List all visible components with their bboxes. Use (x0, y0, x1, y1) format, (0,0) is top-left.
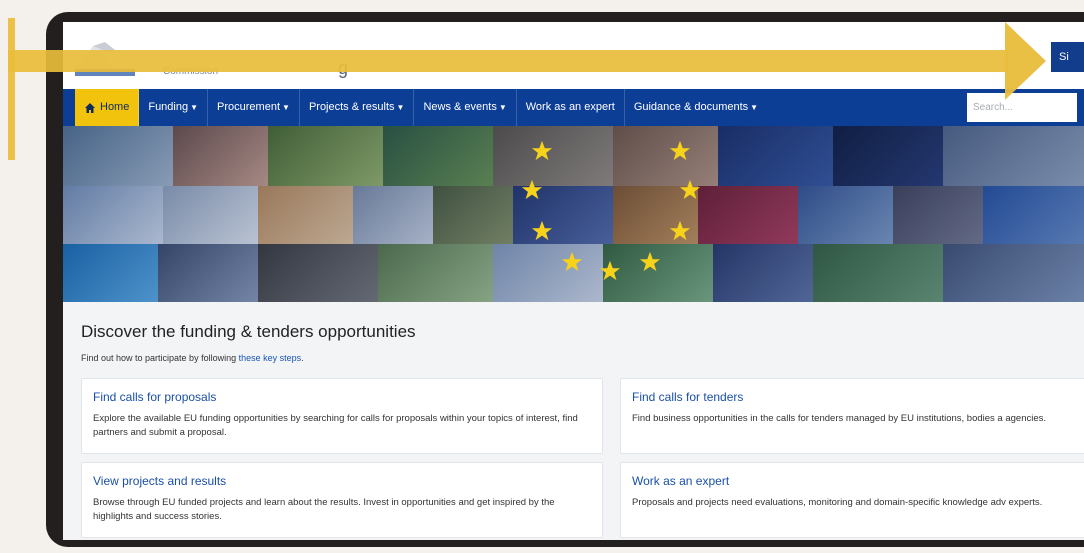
photo-tile (353, 186, 433, 244)
nav-item-procurement[interactable]: Procurement ▼ (208, 89, 300, 126)
photo-tile (378, 244, 493, 302)
site-title: g (338, 58, 349, 78)
nav-item-label: Projects & results (308, 101, 395, 113)
eu-star-icon (639, 251, 661, 272)
eu-star-icon (669, 140, 691, 161)
nav-item-label: Work as an expert (525, 101, 615, 113)
logo-text: Commission (163, 66, 219, 77)
photo-tile (798, 186, 893, 244)
subtitle-end: . (301, 353, 304, 363)
card-title[interactable]: Find calls for tenders (632, 390, 1078, 404)
nav-item-projects-results[interactable]: Projects & results ▼ (300, 89, 415, 126)
caret-down-icon: ▼ (498, 103, 507, 112)
eu-star-icon (599, 260, 621, 281)
card-work-as-expert[interactable]: Work as an expert Proposals and projects… (620, 462, 1084, 538)
photo-tile (813, 244, 943, 302)
card-title[interactable]: View projects and results (93, 474, 591, 488)
photo-tile (718, 126, 833, 186)
photo-tile (713, 244, 813, 302)
nav-item-label: Guidance & documents (633, 101, 749, 113)
hero-photo-collage (63, 126, 1084, 302)
photo-tile (698, 186, 798, 244)
photo-tile (833, 126, 943, 186)
nav-item-label: Procurement (217, 101, 281, 113)
sign-in-button[interactable]: Si (1051, 42, 1084, 72)
card-description: Explore the available EU funding opportu… (93, 413, 578, 438)
photo-tile (613, 126, 718, 186)
subtitle-text: Find out how to participate by following (81, 353, 239, 363)
main-content: Discover the funding & tenders opportuni… (63, 302, 1084, 540)
nav-item-guidance-documents[interactable]: Guidance & documents ▼ (625, 89, 767, 126)
photo-tile (493, 244, 603, 302)
card-description: Proposals and projects need evaluations,… (632, 497, 1043, 508)
nav-item-label: News & events (423, 101, 497, 113)
search-input[interactable] (967, 93, 1077, 122)
photo-tile (63, 244, 158, 302)
browser-screen: Commission g Si Home Funding ▼ Procuremen… (63, 22, 1084, 540)
photo-tile (63, 186, 163, 244)
eu-star-icon (531, 140, 553, 161)
card-find-calls-proposals[interactable]: Find calls for proposals Explore the ava… (81, 378, 603, 454)
nav-item-label: Home (100, 101, 130, 113)
photo-tile (893, 186, 983, 244)
key-steps-link[interactable]: these key steps (239, 353, 302, 363)
page-subtitle: Find out how to participate by following… (81, 353, 304, 363)
photo-tile (943, 126, 1084, 186)
photo-tile (268, 126, 383, 186)
caret-down-icon: ▼ (190, 103, 199, 112)
card-description: Browse through EU funded projects and le… (93, 497, 555, 522)
caret-down-icon: ▼ (396, 103, 405, 112)
photo-tile (258, 186, 353, 244)
photo-tile (983, 186, 1084, 244)
main-navigation: Home Funding ▼ Procurement ▼ Projects & re… (63, 89, 1084, 126)
photo-tile (258, 244, 378, 302)
photo-tile (158, 244, 258, 302)
caret-down-icon: ▼ (750, 103, 759, 112)
photo-tile (493, 126, 613, 186)
photo-tile (433, 186, 513, 244)
photo-tile (383, 126, 493, 186)
photo-tile (163, 186, 258, 244)
card-title[interactable]: Find calls for proposals (93, 390, 591, 404)
card-description: Find business opportunities in the calls… (632, 413, 1047, 424)
nav-item-home[interactable]: Home (75, 89, 140, 126)
page-title: Discover the funding & tenders opportuni… (81, 322, 416, 341)
photo-tile (173, 126, 268, 186)
photo-tile (63, 126, 173, 186)
eu-star-icon (669, 220, 691, 241)
eu-star-icon (521, 179, 543, 200)
nav-item-label: Funding (148, 101, 189, 113)
card-view-projects-results[interactable]: View projects and results Browse through… (81, 462, 603, 538)
card-find-calls-tenders[interactable]: Find calls for tenders Find business opp… (620, 378, 1084, 454)
eu-star-icon (531, 220, 553, 241)
eu-star-icon (561, 251, 583, 272)
nav-item-funding[interactable]: Funding ▼ (139, 89, 209, 126)
caret-down-icon: ▼ (282, 103, 290, 112)
photo-tile (943, 244, 1084, 302)
nav-item-work-as-expert[interactable]: Work as an expert (517, 89, 625, 126)
site-header: Commission g Si (63, 22, 1084, 89)
eu-star-icon (679, 179, 701, 200)
nav-item-news-events[interactable]: News & events ▼ (414, 89, 517, 126)
home-icon (85, 102, 95, 113)
card-title[interactable]: Work as an expert (632, 474, 1078, 488)
ec-logo-icon[interactable] (75, 42, 135, 76)
